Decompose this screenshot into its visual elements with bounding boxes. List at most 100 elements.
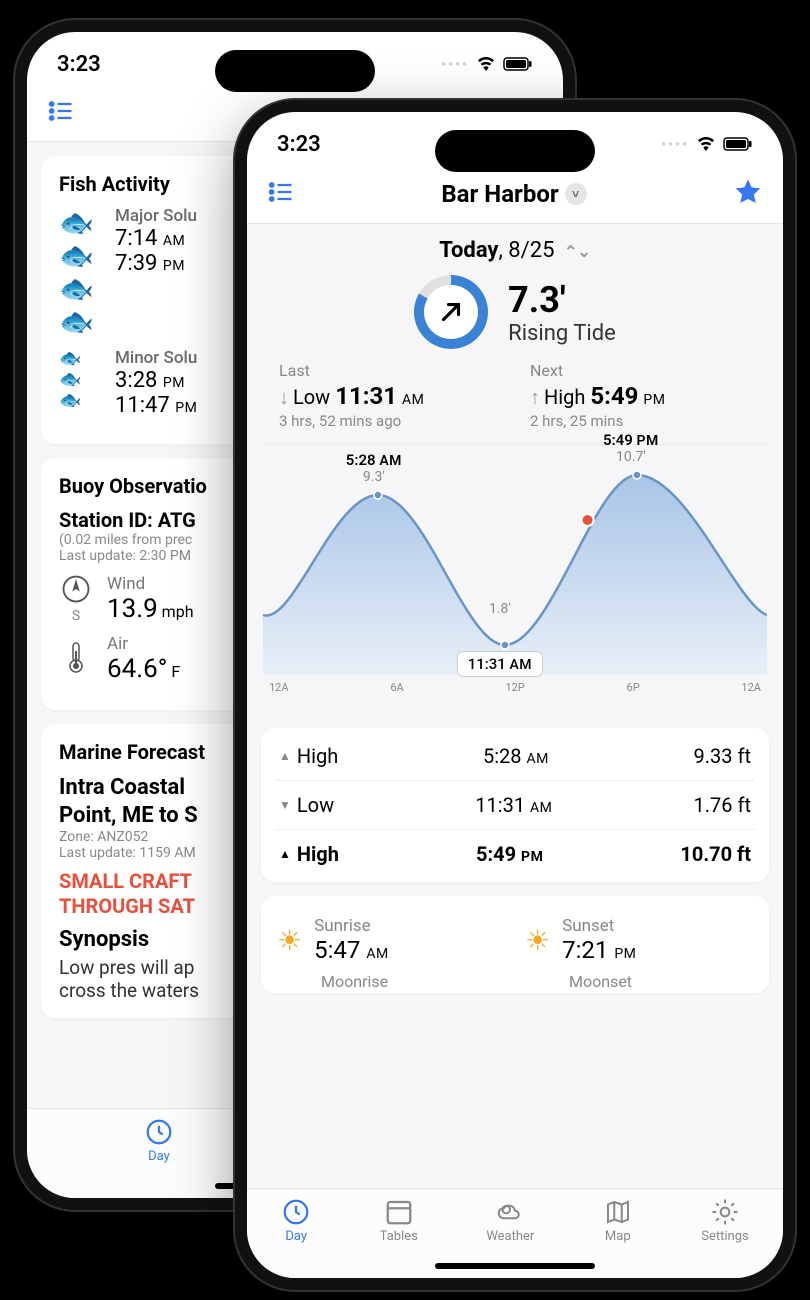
battery-icon [503,52,533,77]
clock-icon [281,1197,311,1227]
row-type: High [297,744,338,768]
list-icon[interactable] [47,97,75,129]
wind-val: 13.9 [107,594,158,624]
row-ampm: AM [527,751,549,767]
next-label: Next [530,361,751,380]
minor-t2: 11:47 [115,393,170,418]
row-type: Low [297,793,334,817]
next-time: 5:49 [590,382,638,410]
row-time: 11:31 [475,793,525,817]
triangle-down-icon: ▼ [279,798,291,812]
calendar-icon [384,1197,414,1227]
chart-peak2-label: 5:49 PM 10.7' [603,431,659,465]
last-type: Low [293,385,330,409]
weather-icon [495,1197,525,1227]
notch [435,130,595,172]
table-row[interactable]: ▲High 5:49 PM 10.70 ft [275,830,755,878]
content-scroll[interactable]: Today, 8/25 ⌃⌄ 7.3' Rising Tide Last ↓Lo… [247,224,783,1188]
sunrise-label: Sunrise [314,916,389,936]
battery-icon [723,132,753,157]
tab-day-label: Day [148,1149,170,1164]
major-t1: 7:14 [115,226,157,251]
row-height: 10.70 ft [680,842,751,866]
axis-3: 6P [627,681,640,694]
status-time: 3:23 [277,132,321,157]
chart-low-pill: 11:31 AM [457,651,543,677]
tide-height: 7.3' [508,279,616,321]
wind-dir: S [59,608,93,624]
axis-0: 12A [269,681,289,694]
moonset-label: Moonset [525,972,753,991]
favorite-star-icon[interactable] [733,177,763,211]
clock-icon [144,1117,174,1147]
status-time: 3:23 [57,52,101,77]
next-tide: Next ↑High 5:49 PM 2 hrs, 25 mins [530,361,751,430]
minor-label: Minor Solu [115,348,197,368]
row-height: 9.33 ft [694,744,751,768]
tab-tables[interactable]: Tables [380,1197,418,1278]
sunset-ampm: PM [614,946,636,962]
date-selector[interactable]: Today, 8/25 ⌃⌄ [261,224,769,271]
table-row[interactable]: ▼ Low 11:31 AM 1.76 ft [275,781,755,830]
next-type: High [544,385,585,409]
tide-chart-svg [263,445,767,675]
thermometer-icon [59,641,93,677]
header: Bar Harbor ˅ [247,163,783,224]
row-time: 5:49 [476,842,516,866]
last-next-row: Last ↓Low 11:31 AM 3 hrs, 52 mins ago Ne… [261,361,769,444]
minor-t1: 3:28 [115,368,157,393]
tab-day[interactable]: Day [281,1197,311,1278]
arrow-down-icon: ↓ [279,385,289,409]
tab-settings[interactable]: Settings [701,1197,748,1278]
arrow-up-right-icon [424,285,478,339]
major-t1-ampm: AM [163,233,185,249]
last-label: Last [279,361,500,380]
table-row[interactable]: ▲High 5:28 AM 9.33 ft [275,732,755,781]
location-title-text: Bar Harbor [441,180,558,208]
compass-icon [61,574,91,604]
major-t2: 7:39 [115,251,157,276]
sunset-time: 7:21 [562,936,608,964]
axis-1: 6A [390,681,403,694]
air-unit: F [171,662,180,681]
list-icon[interactable] [267,178,295,210]
chevron-down-icon: ˅ [565,183,587,205]
chart-low-label: 1.8' [489,601,511,617]
major-t2-ampm: PM [163,258,185,274]
cellular-icon: •••• [661,137,689,153]
last-tide: Last ↓Low 11:31 AM 3 hrs, 52 mins ago [279,361,500,430]
sunset: ☀ Sunset 7:21 PM [525,916,753,964]
minor-t1-ampm: PM [163,375,185,391]
air-val: 64.6° [107,654,167,684]
map-icon [603,1197,633,1227]
fish-minor-icon: 🐟🐟🐟 [59,348,101,411]
row-ampm: AM [530,800,552,816]
arrow-up-icon: ↑ [530,385,540,409]
sunrise-time: 5:47 [314,936,360,964]
location-selector[interactable]: Bar Harbor ˅ [441,180,586,208]
wind-unit: mph [162,602,194,621]
wifi-icon [475,52,497,77]
home-indicator[interactable] [435,1263,595,1269]
sunset-icon: ☀ [525,924,550,957]
tab-day-label: Day [285,1229,307,1244]
chart-peak1-label: 5:28 AM 9.3' [346,451,402,485]
row-height: 1.76 ft [694,793,751,817]
chart-x-axis: 12A 6A 12P 6P 12A [263,679,767,696]
tab-settings-label: Settings [701,1229,748,1244]
triangle-up-icon: ▲ [279,749,291,763]
air-label: Air [107,634,180,654]
tab-tables-label: Tables [380,1229,418,1244]
tide-label: Rising Tide [508,321,616,346]
cellular-icon: •••• [441,57,469,73]
triangle-up-icon: ▲ [279,847,291,861]
tab-day[interactable]: Day [144,1117,174,1198]
moonrise-label: Moonrise [277,972,505,991]
sunrise: ☀ Sunrise 5:47 AM [277,916,505,964]
sunset-label: Sunset [562,916,636,936]
tide-chart[interactable]: 5:28 AM 9.3' 1.8' 11:31 AM 5:49 PM 10.7'… [263,444,767,714]
tab-map[interactable]: Map [603,1197,633,1278]
sun-card: ☀ Sunrise 5:47 AM ☀ Sunset 7:21 PM Moonr… [261,896,769,993]
next-ago: 2 hrs, 25 mins [530,412,751,430]
tab-weather-label: Weather [486,1229,534,1244]
